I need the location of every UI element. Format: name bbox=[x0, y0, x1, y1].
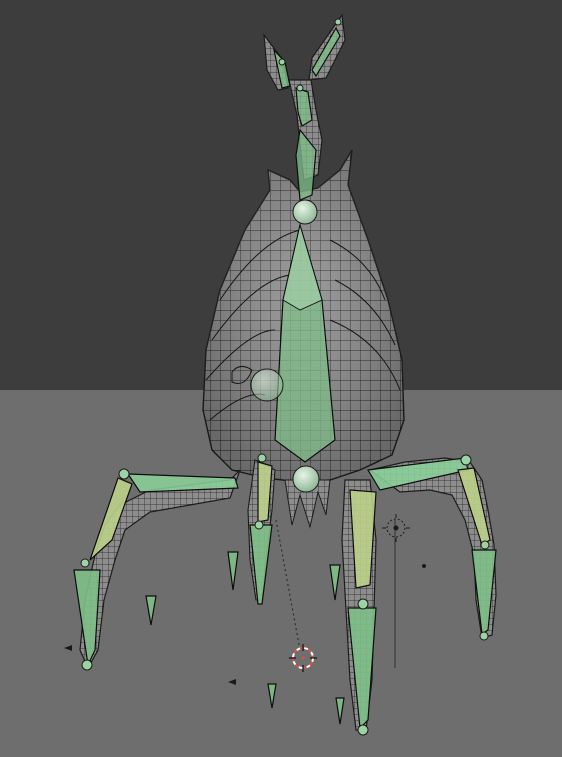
joint-front-left-hip[interactable] bbox=[118, 468, 130, 480]
joint-body-side[interactable] bbox=[250, 368, 284, 402]
joint-back-right-knee[interactable] bbox=[480, 540, 490, 550]
3d-viewport[interactable] bbox=[0, 0, 562, 757]
joint-front-left-knee[interactable] bbox=[80, 558, 90, 568]
joint-hip[interactable] bbox=[292, 465, 320, 493]
joint-back-right-foot[interactable] bbox=[479, 631, 489, 641]
joint-leaf-right[interactable] bbox=[334, 18, 342, 26]
viewport-canvas[interactable] bbox=[0, 0, 562, 757]
joint-back-left-hip[interactable] bbox=[257, 453, 267, 463]
joint-back-right-hip[interactable] bbox=[460, 454, 472, 466]
joint-front-right-knee[interactable] bbox=[357, 598, 369, 610]
joint-back-left-knee[interactable] bbox=[254, 520, 264, 530]
joint-leaf-left[interactable] bbox=[278, 58, 286, 66]
marker-dot[interactable] bbox=[422, 564, 426, 568]
joint-front-right-foot[interactable] bbox=[357, 724, 369, 736]
joint-neck-base[interactable] bbox=[292, 199, 318, 225]
joint-front-left-foot[interactable] bbox=[81, 659, 93, 671]
joint-stem[interactable] bbox=[296, 84, 304, 92]
